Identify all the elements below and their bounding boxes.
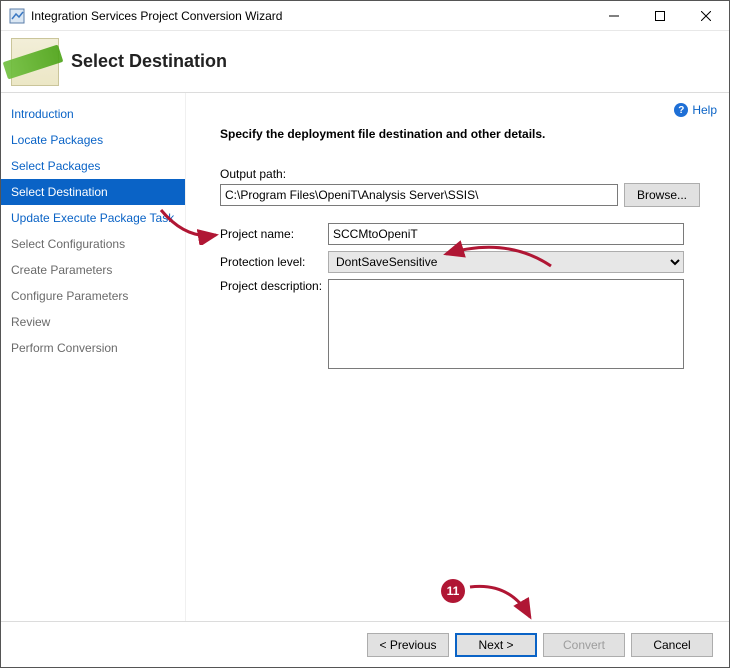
project-name-label: Project name:	[220, 227, 328, 241]
output-path-label: Output path:	[220, 167, 328, 181]
convert-button: Convert	[543, 633, 625, 657]
project-description-textarea[interactable]	[328, 279, 684, 369]
help-label: Help	[692, 103, 717, 117]
protection-level-label: Protection level:	[220, 255, 328, 269]
wizard-step-icon	[11, 38, 59, 86]
sidebar-item-perform-conversion: Perform Conversion	[1, 335, 185, 361]
close-button[interactable]	[683, 1, 729, 31]
button-bar: < Previous Next > Convert Cancel	[1, 621, 729, 667]
window-title: Integration Services Project Conversion …	[31, 9, 591, 23]
next-button[interactable]: Next >	[455, 633, 537, 657]
sidebar-item-configure-parameters: Configure Parameters	[1, 283, 185, 309]
page-title: Select Destination	[71, 51, 227, 72]
wizard-header: Select Destination	[1, 31, 729, 93]
previous-button[interactable]: < Previous	[367, 633, 449, 657]
sidebar-item-locate-packages[interactable]: Locate Packages	[1, 127, 185, 153]
app-icon	[9, 8, 25, 24]
help-link[interactable]: ? Help	[674, 103, 717, 117]
wizard-body: Introduction Locate Packages Select Pack…	[1, 93, 729, 621]
maximize-button[interactable]	[637, 1, 683, 31]
sidebar-item-review: Review	[1, 309, 185, 335]
browse-button[interactable]: Browse...	[624, 183, 700, 207]
sidebar-item-create-parameters: Create Parameters	[1, 257, 185, 283]
project-description-label: Project description:	[220, 279, 328, 293]
project-name-input[interactable]	[328, 223, 684, 245]
wizard-window: Integration Services Project Conversion …	[0, 0, 730, 668]
instruction-text: Specify the deployment file destination …	[220, 127, 717, 141]
sidebar-item-introduction[interactable]: Introduction	[1, 101, 185, 127]
annotation-step-badge: 11	[441, 579, 465, 603]
sidebar-item-select-destination[interactable]: Select Destination	[1, 179, 185, 205]
sidebar-item-select-configurations: Select Configurations	[1, 231, 185, 257]
sidebar: Introduction Locate Packages Select Pack…	[1, 93, 186, 621]
sidebar-item-select-packages[interactable]: Select Packages	[1, 153, 185, 179]
destination-form: Output path: Browse... Project name: Pro…	[220, 167, 717, 375]
help-icon: ?	[674, 103, 688, 117]
protection-level-select[interactable]: DontSaveSensitive	[328, 251, 684, 273]
content-pane: ? Help Specify the deployment file desti…	[186, 93, 729, 621]
sidebar-item-update-execute-package-task[interactable]: Update Execute Package Task	[1, 205, 185, 231]
cancel-button[interactable]: Cancel	[631, 633, 713, 657]
window-controls	[591, 1, 729, 31]
minimize-button[interactable]	[591, 1, 637, 31]
titlebar: Integration Services Project Conversion …	[1, 1, 729, 31]
output-path-input[interactable]	[220, 184, 618, 206]
